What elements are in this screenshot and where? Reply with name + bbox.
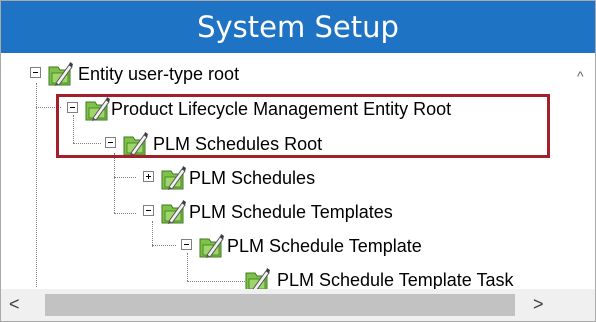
scroll-left-icon[interactable]: < [9, 295, 20, 313]
expand-icon[interactable] [143, 171, 154, 182]
entity-folder-icon [161, 199, 187, 225]
tree-node-label: Entity user-type root [78, 64, 240, 84]
tree-node-label: PLM Schedule Template Task [277, 270, 514, 289]
scroll-up-icon[interactable]: ^ [577, 69, 584, 83]
tree-connector [187, 281, 249, 282]
tree-node-label: PLM Schedule Templates [189, 202, 393, 222]
tree-node-label: PLM Schedule Template [227, 236, 422, 256]
scroll-right-icon[interactable]: > [533, 295, 544, 313]
entity-tree[interactable]: Entity user-type root Product Lifecycle … [1, 53, 571, 289]
tree-connector [114, 177, 136, 178]
collapse-icon[interactable] [30, 67, 41, 78]
tree-connector [114, 153, 115, 213]
entity-folder-icon [161, 165, 187, 191]
scrollbar-thumb[interactable] [45, 294, 515, 316]
entity-folder-icon [199, 233, 225, 259]
tree-connector [187, 253, 188, 281]
tree-node-label: PLM Schedules [189, 168, 316, 188]
collapse-icon[interactable] [143, 205, 154, 216]
vertical-scrollbar[interactable]: ^ [571, 53, 595, 289]
tree-connector [152, 221, 153, 247]
tree-connector [36, 83, 37, 287]
horizontal-scrollbar[interactable]: < > [1, 289, 595, 321]
window-title: System Setup [1, 1, 595, 53]
collapse-icon[interactable] [181, 239, 192, 250]
entity-folder-icon [48, 61, 74, 87]
tree-connector [114, 213, 136, 214]
tree-connector [152, 245, 176, 246]
entity-folder-icon [245, 267, 271, 289]
selection-highlight-box [56, 94, 550, 158]
system-setup-window: System Setup Entity user-type root Produ… [0, 0, 596, 322]
